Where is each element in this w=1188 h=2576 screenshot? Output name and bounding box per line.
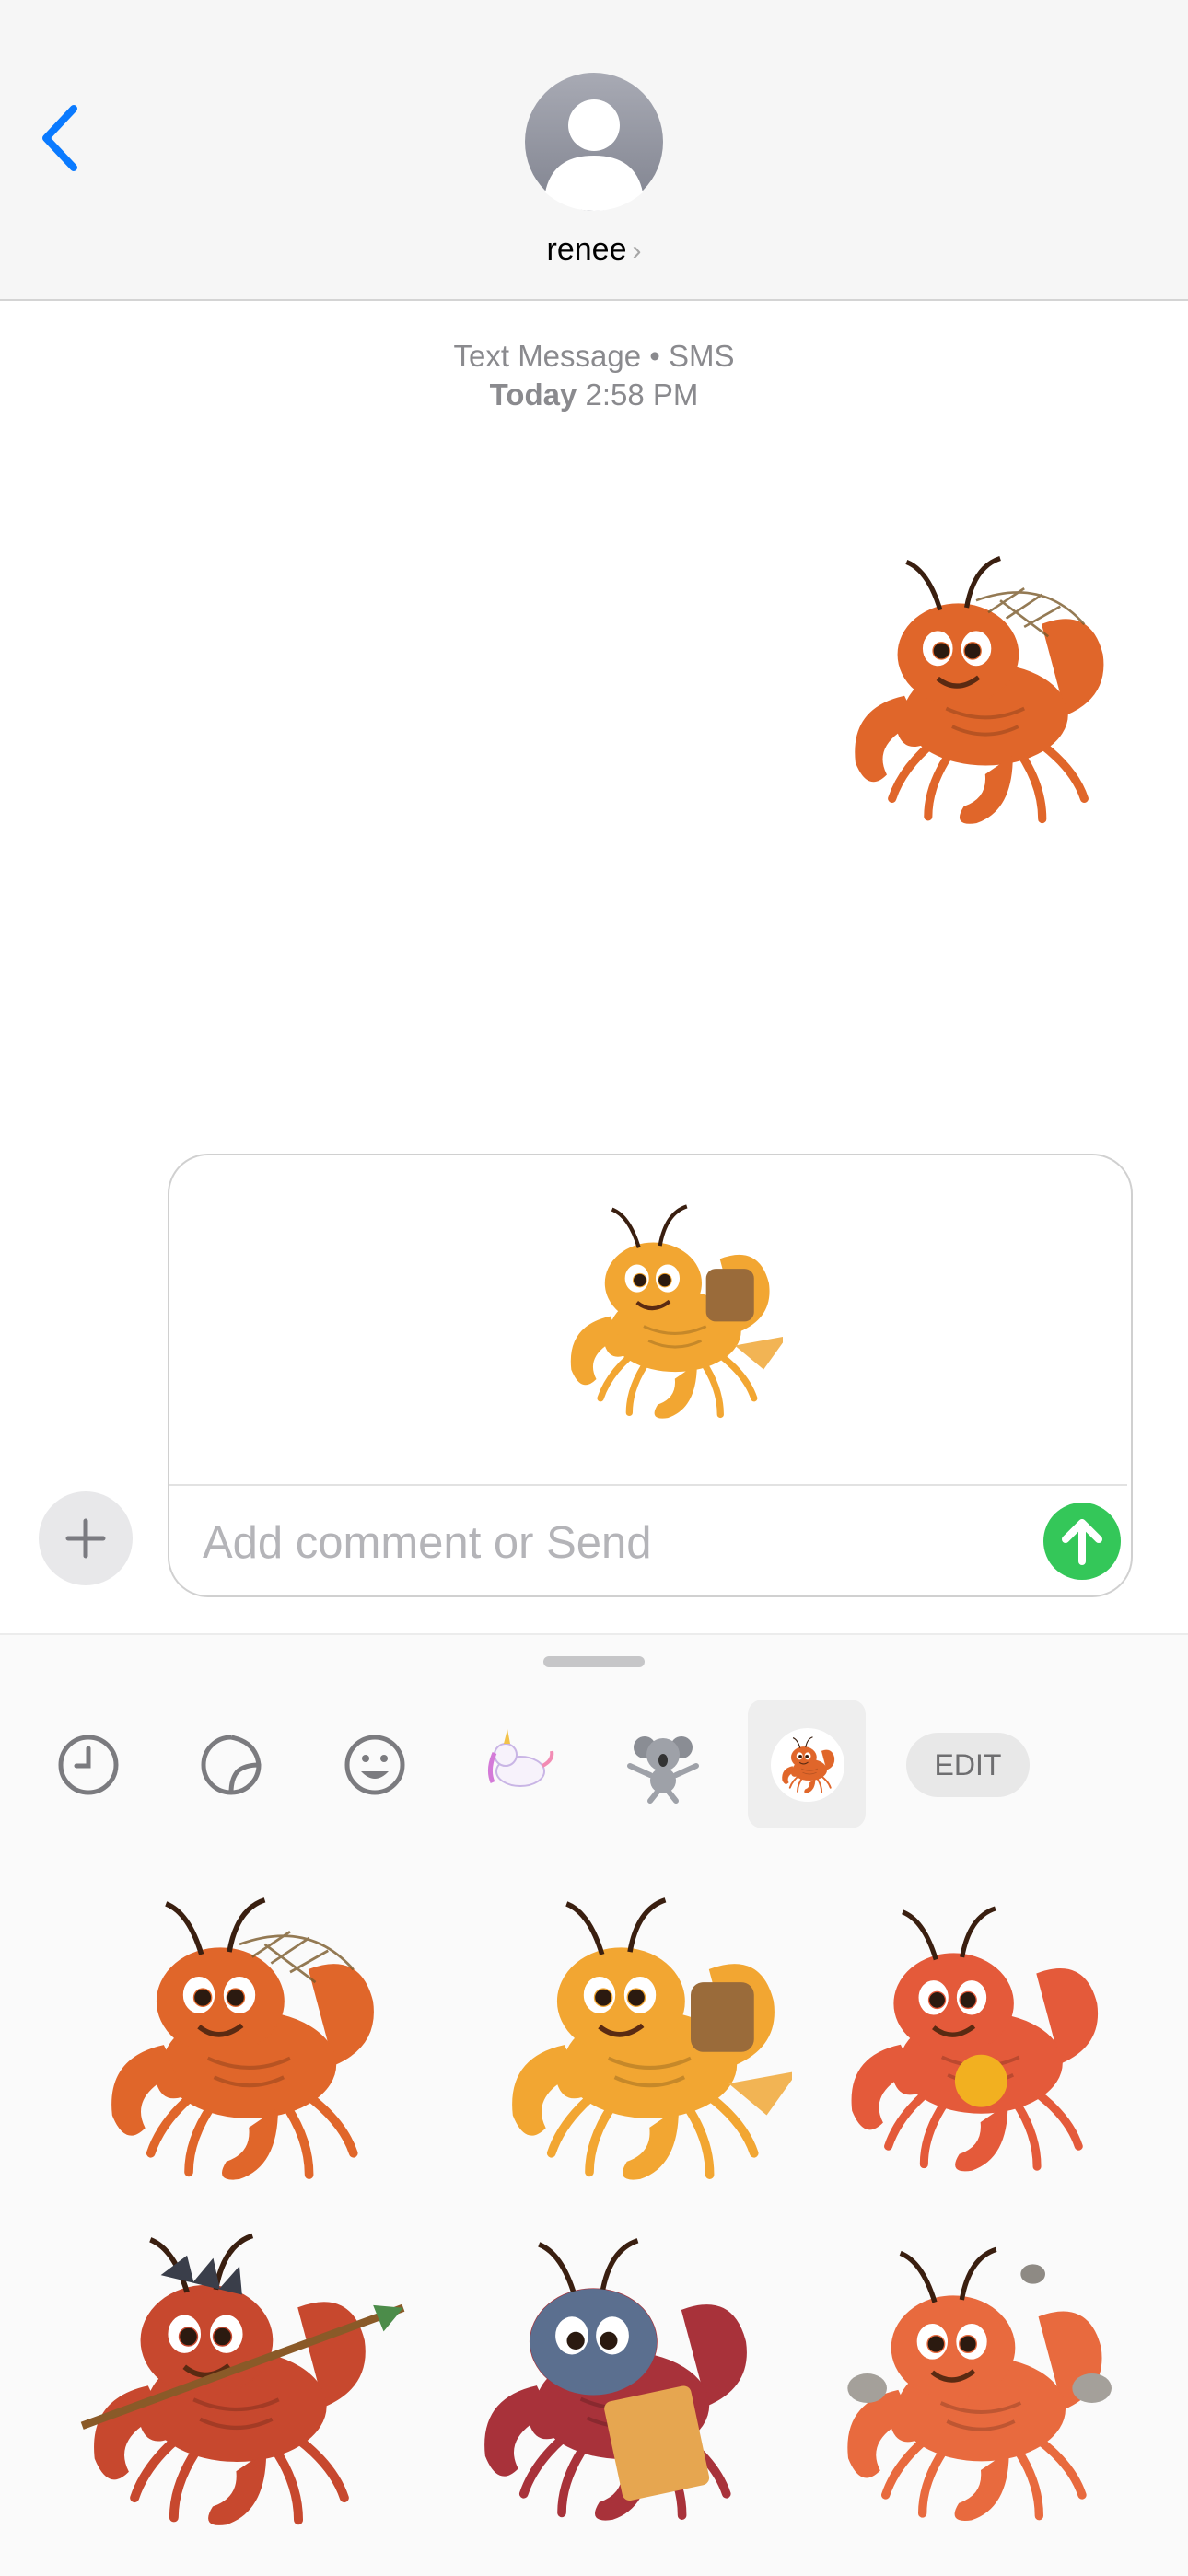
- comment-input-placeholder[interactable]: Add comment or Send: [203, 1517, 652, 1569]
- service-label: Text Message • SMS: [453, 339, 735, 373]
- unicorn-sticker-icon: [487, 1729, 554, 1787]
- sticker-crab-holding-orange[interactable]: [829, 1897, 1133, 2200]
- tab-unicorn-pack[interactable]: [474, 1714, 566, 1806]
- arrow-up-icon: [1062, 1519, 1102, 1565]
- plus-button[interactable]: [39, 1491, 133, 1585]
- sticker-crab-with-spear[interactable]: [69, 2228, 405, 2532]
- smiley-icon: [344, 1735, 405, 1795]
- drawer-grabber[interactable]: [543, 1656, 645, 1667]
- chevron-left-icon: [42, 105, 77, 171]
- back-button[interactable]: [35, 101, 90, 175]
- sticker-crab-with-backpack[interactable]: [488, 1887, 798, 2191]
- tab-koala-pack[interactable]: [617, 1714, 709, 1806]
- contact-name[interactable]: renee ›: [0, 232, 1188, 268]
- tab-stickers[interactable]: [190, 1723, 273, 1806]
- clock-icon: [58, 1735, 119, 1795]
- tab-crab-pack[interactable]: [766, 1723, 849, 1806]
- sticker-crab-juggling-rocks[interactable]: [824, 2237, 1128, 2541]
- timestamp-time: 2:58 PM: [585, 377, 699, 412]
- sticker-crab-with-net[interactable]: [87, 1887, 391, 2191]
- tab-emoji[interactable]: [333, 1723, 416, 1806]
- contact-name-label: renee: [546, 232, 627, 267]
- sticker-peel-icon: [201, 1735, 262, 1795]
- pending-sticker-preview[interactable]: [553, 1201, 788, 1422]
- sent-sticker-crab-with-net[interactable]: [829, 552, 1124, 829]
- tab-recent[interactable]: [47, 1723, 130, 1806]
- timestamp-day: Today: [489, 377, 577, 412]
- timestamp: Today 2:58 PM: [0, 377, 1188, 412]
- chevron-right-icon: ›: [632, 236, 642, 266]
- plus-icon: [65, 1518, 106, 1559]
- edit-button[interactable]: EDIT: [906, 1733, 1030, 1797]
- avatar[interactable]: [525, 68, 663, 215]
- send-button[interactable]: [1043, 1503, 1121, 1580]
- sticker-crab-reading-book[interactable]: [460, 2228, 764, 2532]
- crab-sticker-icon: [771, 1728, 844, 1802]
- koala-sticker-icon: [627, 1736, 699, 1804]
- composer-divider: [169, 1484, 1127, 1486]
